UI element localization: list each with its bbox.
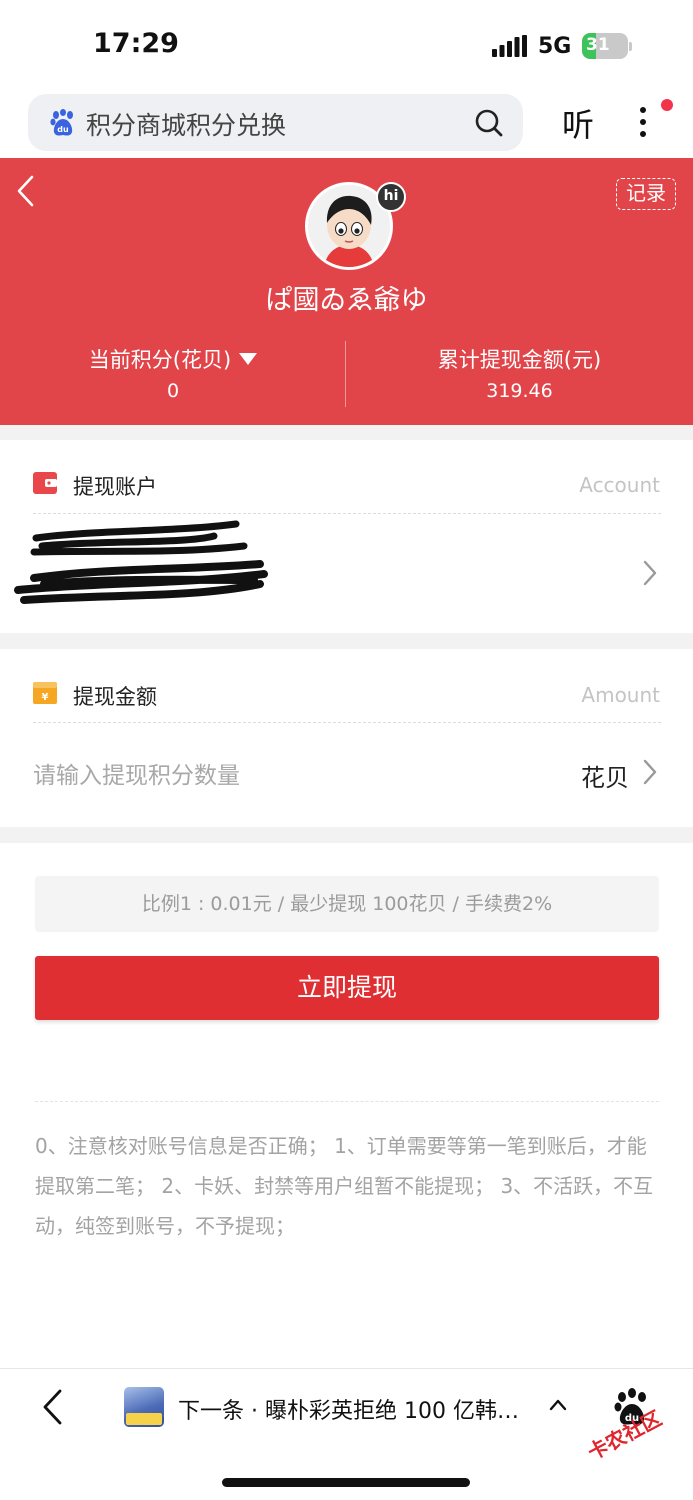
- bottom-divider: [0, 1368, 693, 1369]
- points-label: 当前积分(花贝): [88, 348, 232, 372]
- hi-badge: hi: [376, 182, 406, 212]
- record-button[interactable]: 记录: [616, 178, 676, 210]
- divider: [33, 722, 661, 723]
- wallet-icon: [33, 472, 57, 494]
- withdrawn-label: 累计提现金额(元): [437, 348, 602, 372]
- listen-button[interactable]: 听: [562, 100, 594, 146]
- divider: [35, 1101, 659, 1102]
- back-icon[interactable]: [40, 1388, 64, 1426]
- withdrawn-value: 319.46: [486, 380, 553, 402]
- thumbnail-badge: [126, 1413, 162, 1425]
- section-gap: [0, 425, 693, 440]
- search-query: 积分商城积分兑换: [86, 111, 287, 140]
- more-icon[interactable]: [634, 104, 652, 144]
- account-title: 提现账户: [73, 475, 157, 499]
- baidu-logo-icon: du: [50, 109, 73, 136]
- signal-icon: [492, 35, 527, 57]
- amount-title: 提现金额: [73, 685, 157, 709]
- amount-title-en: Amount: [581, 683, 660, 707]
- account-selector[interactable]: [0, 515, 693, 633]
- svg-text:du: du: [57, 125, 69, 134]
- next-article-title[interactable]: 下一条 · 曝朴彩英拒绝 100 亿韩…: [178, 1393, 533, 1425]
- status-bar: 17:29 5G 31: [0, 0, 693, 90]
- notice-text: 0、注意核对账号信息是否正确； 1、订单需要等第一笔到账后，才能提取第二笔； 2…: [35, 1134, 654, 1238]
- profile-header: 记录 hi ぱ國ゐゑ爺ゆ 当前积分(花贝) 0 累计提现金额(元) 319.46: [0, 158, 693, 425]
- status-time: 17:29: [93, 28, 179, 59]
- amount-input[interactable]: 请输入提现积分数量: [33, 756, 240, 790]
- home-indicator: [222, 1478, 470, 1487]
- withdraw-button[interactable]: 立即提现: [35, 956, 659, 1020]
- account-title-en: Account: [579, 473, 660, 497]
- battery-icon: 31: [582, 33, 632, 59]
- redacted-account-scribble: [14, 520, 268, 604]
- network-label: 5G: [538, 34, 572, 59]
- ratio-info: 比例1 : 0.01元 / 最少提现 100花贝 / 手续费2%: [35, 876, 659, 932]
- search-input[interactable]: du 积分商城积分兑换: [28, 94, 523, 151]
- chevron-right-icon: [643, 560, 657, 586]
- points-selector[interactable]: 当前积分(花贝): [0, 344, 346, 374]
- chevron-up-icon[interactable]: [549, 1398, 567, 1412]
- caret-down-icon: [239, 353, 258, 365]
- username: ぱ國ゐゑ爺ゆ: [265, 285, 428, 316]
- search-icon[interactable]: [474, 108, 504, 138]
- section-gap: [0, 633, 693, 649]
- unit-selector[interactable]: 花贝: [581, 758, 629, 793]
- chevron-right-icon[interactable]: [642, 758, 658, 786]
- notification-dot: [661, 99, 673, 111]
- battery-percent: 31: [586, 35, 610, 55]
- svg-text:¥: ¥: [42, 692, 49, 703]
- section-gap: [0, 827, 693, 843]
- points-value: 0: [166, 380, 180, 402]
- back-icon[interactable]: [14, 174, 38, 208]
- divider: [33, 513, 661, 514]
- money-icon: ¥: [33, 682, 57, 704]
- next-article-thumbnail[interactable]: [124, 1387, 164, 1427]
